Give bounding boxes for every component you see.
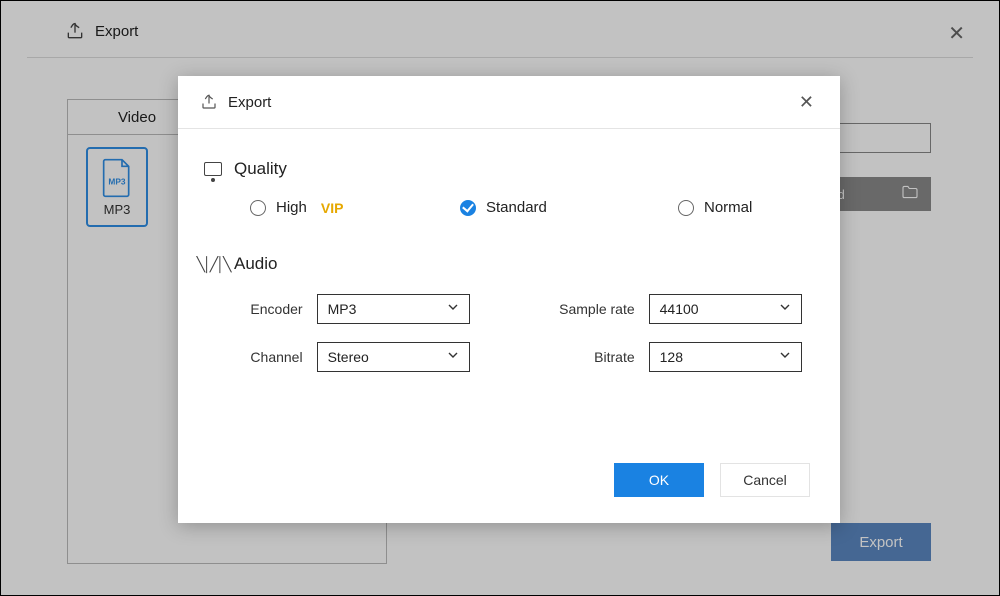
radio-checked-icon xyxy=(460,200,476,216)
bitrate-select[interactable]: 128 xyxy=(649,342,802,372)
audio-wave-icon: ╲│╱│╲ xyxy=(202,256,224,273)
samplerate-label: Sample rate xyxy=(529,301,635,317)
quality-section-title: Quality xyxy=(234,159,287,179)
cancel-label: Cancel xyxy=(743,472,787,488)
radio-icon xyxy=(678,200,694,216)
channel-select[interactable]: Stereo xyxy=(317,342,470,372)
chevron-down-icon xyxy=(447,348,459,366)
encoder-value: MP3 xyxy=(328,301,357,317)
export-icon xyxy=(200,93,218,111)
ok-button[interactable]: OK xyxy=(614,463,704,497)
bitrate-label: Bitrate xyxy=(529,349,635,365)
bitrate-value: 128 xyxy=(660,349,683,365)
vip-badge: VIP xyxy=(321,200,344,216)
samplerate-value: 44100 xyxy=(660,301,699,317)
quality-high-label: High xyxy=(276,199,307,216)
radio-icon xyxy=(250,200,266,216)
quality-standard-label: Standard xyxy=(486,199,547,216)
encoder-select[interactable]: MP3 xyxy=(317,294,470,324)
samplerate-select[interactable]: 44100 xyxy=(649,294,802,324)
channel-label: Channel xyxy=(232,349,303,365)
export-settings-modal: Export ✕ Quality High VIP Standard Norma… xyxy=(178,76,840,523)
monitor-icon xyxy=(202,162,224,176)
quality-option-normal[interactable]: Normal xyxy=(678,199,752,216)
quality-normal-label: Normal xyxy=(704,199,752,216)
chevron-down-icon xyxy=(779,300,791,318)
channel-value: Stereo xyxy=(328,349,369,365)
chevron-down-icon xyxy=(447,300,459,318)
audio-section-title: Audio xyxy=(234,254,277,274)
encoder-label: Encoder xyxy=(232,301,303,317)
modal-title: Export xyxy=(228,94,271,111)
cancel-button[interactable]: Cancel xyxy=(720,463,810,497)
close-icon[interactable]: ✕ xyxy=(795,88,818,117)
ok-label: OK xyxy=(649,472,669,488)
quality-option-high[interactable]: High VIP xyxy=(250,199,460,216)
quality-option-standard[interactable]: Standard xyxy=(460,199,678,216)
chevron-down-icon xyxy=(779,348,791,366)
